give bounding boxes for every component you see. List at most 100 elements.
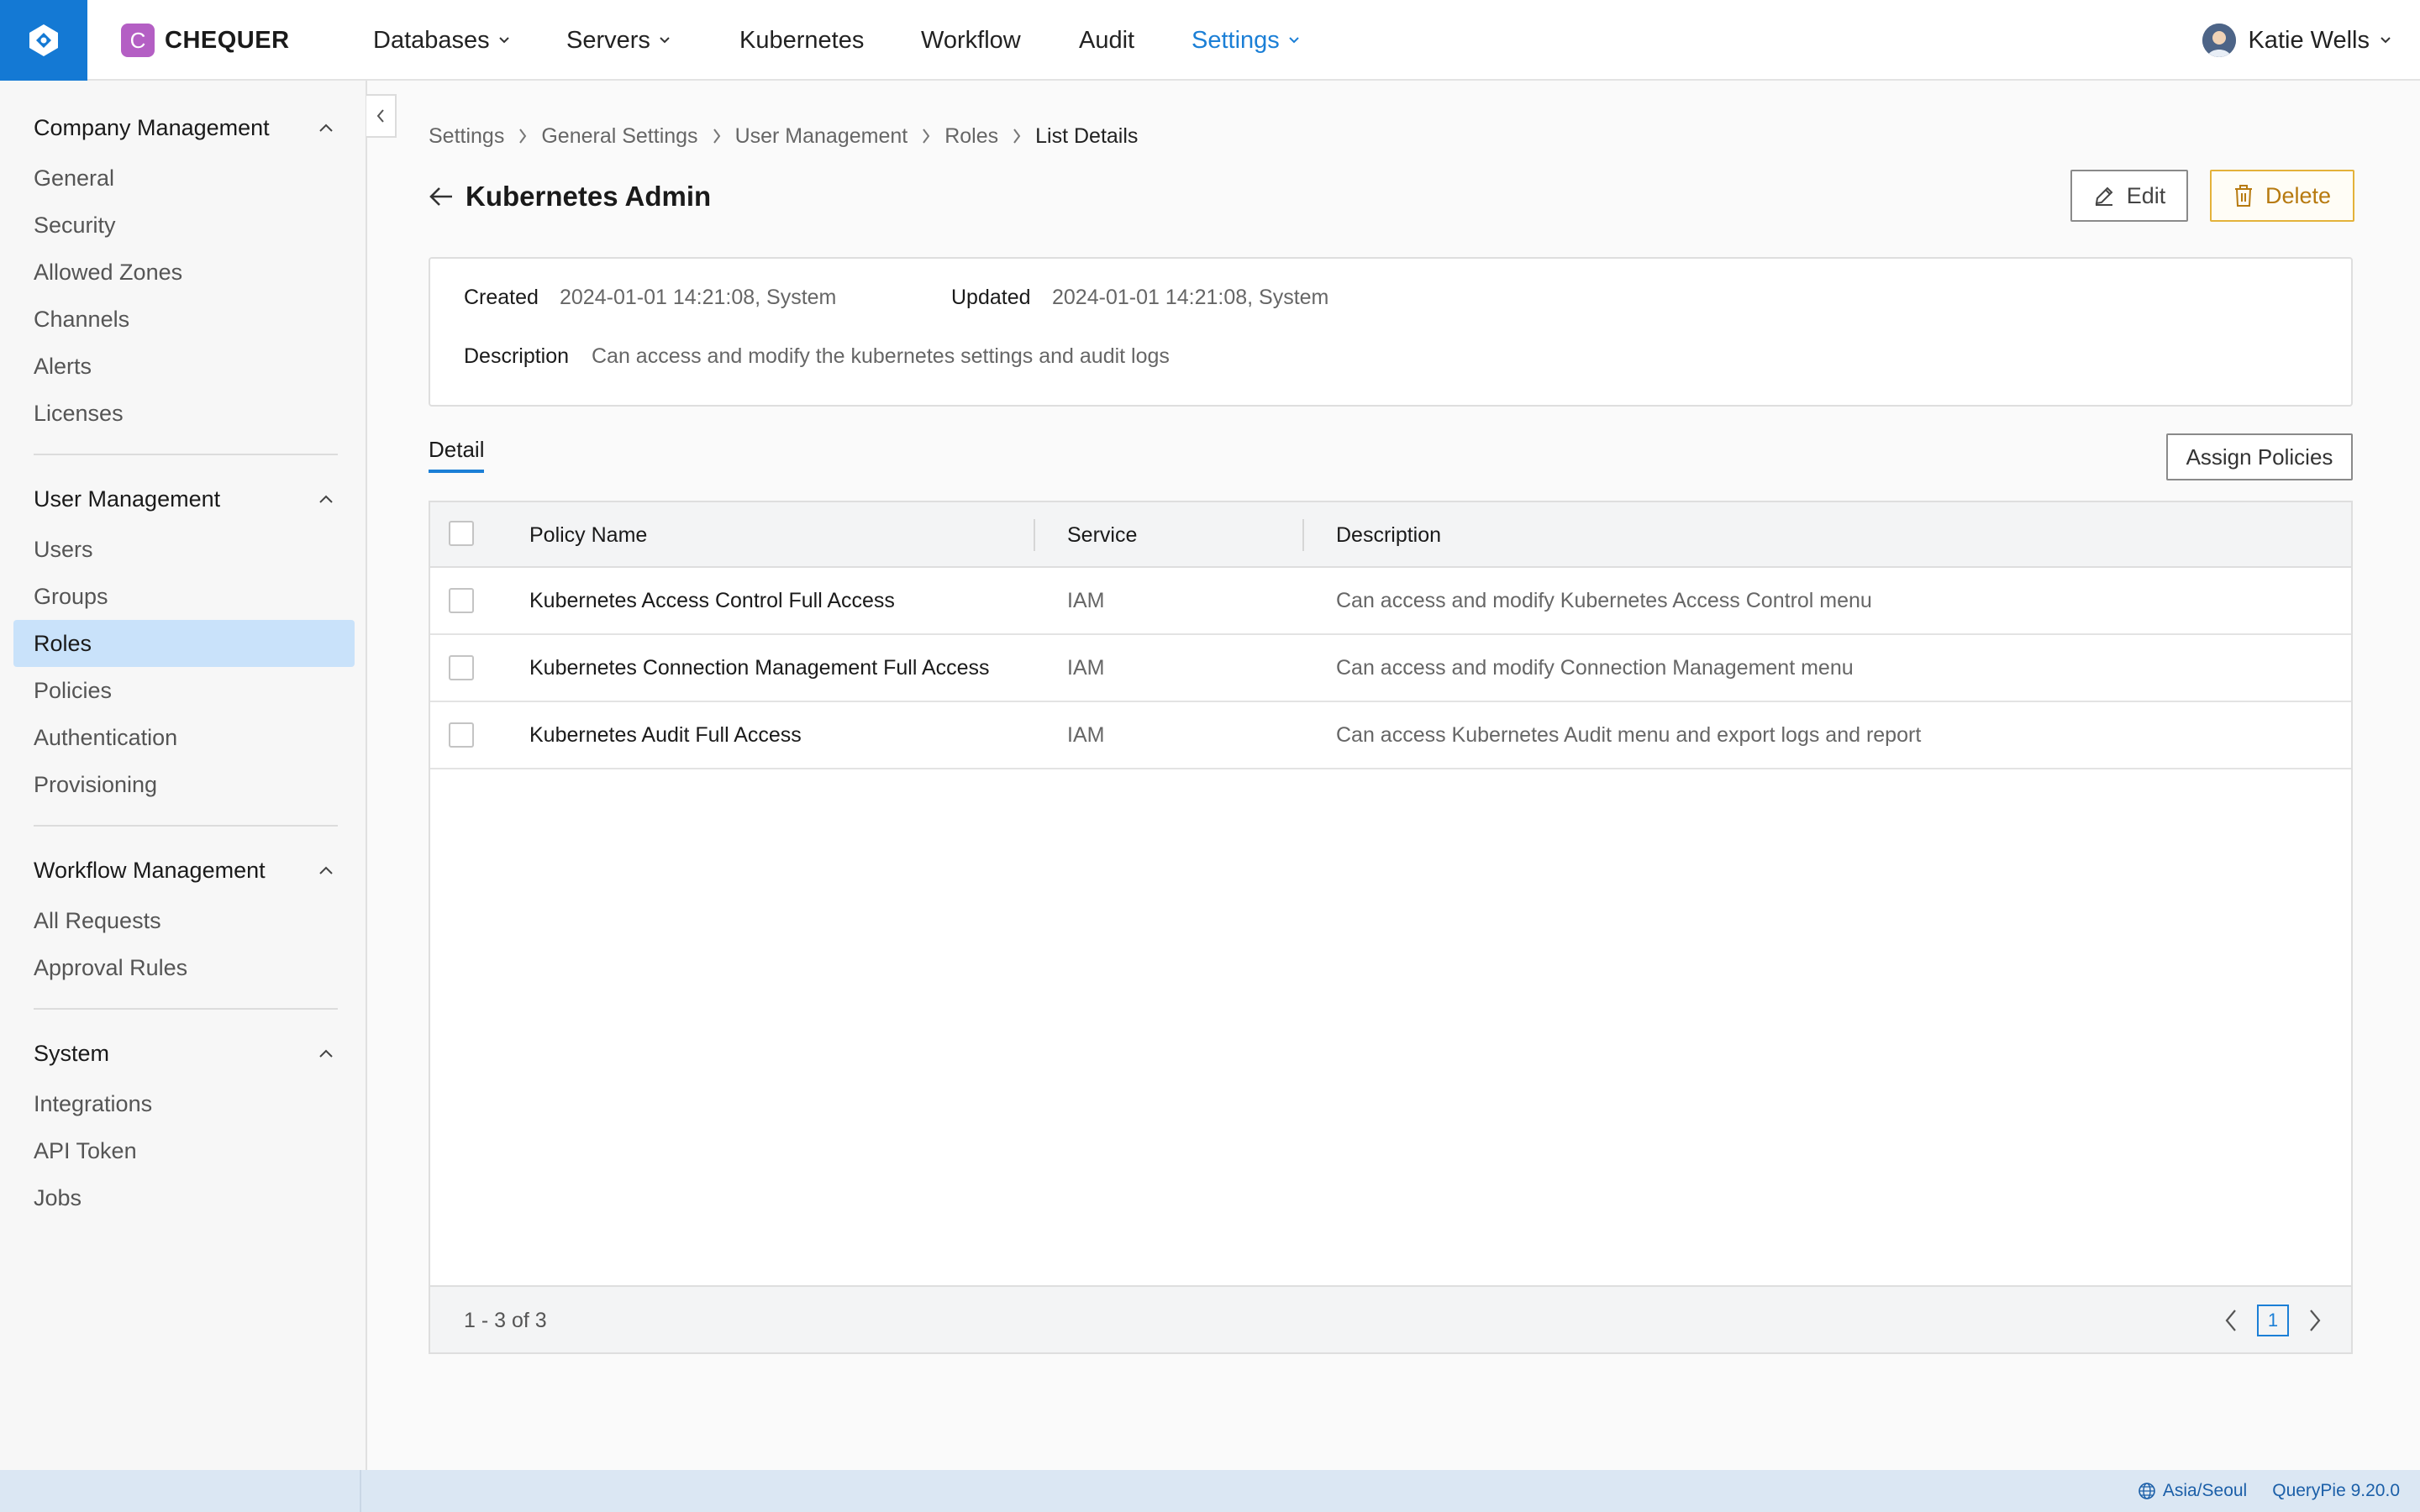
sidebar-collapse-button[interactable] xyxy=(366,94,397,138)
sidebar-item-approval-rules[interactable]: Approval Rules xyxy=(13,944,355,991)
sidebar-item-label: Authentication xyxy=(34,724,178,750)
sidebar-item-groups[interactable]: Groups xyxy=(13,573,355,620)
service-cell: IAM xyxy=(1067,655,1105,680)
user-name: Katie Wells xyxy=(2248,26,2370,54)
chevron-down-icon xyxy=(660,37,670,44)
sidebar-item-all-requests[interactable]: All Requests xyxy=(13,897,355,944)
breadcrumb-item[interactable]: General Settings xyxy=(541,124,697,149)
sidebar-item-label: API Token xyxy=(34,1137,137,1163)
breadcrumb-item[interactable]: User Management xyxy=(735,124,908,149)
sidebar-group-title: System xyxy=(34,1040,110,1066)
role-info-card: Created 2024-01-01 14:21:08, System Upda… xyxy=(429,257,2353,407)
column-header-policy-name[interactable]: Policy Name xyxy=(529,502,647,568)
globe-icon xyxy=(2139,1483,2155,1499)
sidebar-group-system[interactable]: System xyxy=(34,1037,334,1070)
chevron-down-icon xyxy=(498,37,509,44)
sidebar-item-authentication[interactable]: Authentication xyxy=(13,714,355,761)
sidebar-item-allowed-zones[interactable]: Allowed Zones xyxy=(13,249,355,296)
row-checkbox[interactable] xyxy=(449,588,474,613)
sidebar-item-users[interactable]: Users xyxy=(13,526,355,573)
nav-kubernetes[interactable]: Kubernetes xyxy=(739,24,864,57)
sidebar-item-label: Provisioning xyxy=(34,771,158,797)
sidebar-group-workflow-management[interactable]: Workflow Management xyxy=(34,853,334,887)
edit-button[interactable]: Edit xyxy=(2070,170,2188,222)
description-value: Can access and modify the kubernetes set… xyxy=(592,344,1170,368)
column-header-description[interactable]: Description xyxy=(1336,502,1441,568)
page-header: Kubernetes Admin xyxy=(429,178,711,215)
sidebar-item-label: All Requests xyxy=(34,907,161,933)
sidebar-item-label: Users xyxy=(34,536,93,562)
description-cell: Can access Kubernetes Audit menu and exp… xyxy=(1336,722,1922,747)
sidebar-item-security[interactable]: Security xyxy=(13,202,355,249)
chevron-up-icon xyxy=(319,123,333,132)
select-all-checkbox[interactable] xyxy=(449,521,474,546)
sidebar-group-company-management[interactable]: Company Management xyxy=(34,111,334,144)
sidebar-item-jobs[interactable]: Jobs xyxy=(13,1174,355,1221)
page-number-button[interactable]: 1 xyxy=(2257,1305,2289,1336)
sidebar-item-integrations[interactable]: Integrations xyxy=(13,1080,355,1127)
nav-workflow[interactable]: Workflow xyxy=(921,24,1021,57)
breadcrumb-item[interactable]: Settings xyxy=(429,124,504,149)
querypie-logo-icon xyxy=(29,24,58,56)
chevron-right-icon xyxy=(1013,129,1021,144)
sidebar-item-provisioning[interactable]: Provisioning xyxy=(13,761,355,808)
row-checkbox[interactable] xyxy=(449,655,474,680)
sidebar-item-label: Allowed Zones xyxy=(34,259,183,285)
chevron-right-icon xyxy=(923,129,930,144)
updated-label: Updated xyxy=(951,286,1031,309)
sidebar: Company Management General Security Allo… xyxy=(0,81,367,1470)
column-separator[interactable] xyxy=(1302,519,1304,551)
delete-button[interactable]: Delete xyxy=(2210,170,2354,222)
breadcrumb-item[interactable]: Roles xyxy=(944,124,998,149)
sidebar-item-alerts[interactable]: Alerts xyxy=(13,343,355,390)
sidebar-item-label: Integrations xyxy=(34,1090,153,1116)
sidebar-group-title: Company Management xyxy=(34,114,270,140)
sidebar-item-label: Channels xyxy=(34,306,130,332)
assign-policies-button[interactable]: Assign Policies xyxy=(2166,433,2353,480)
column-separator[interactable] xyxy=(1034,519,1035,551)
sidebar-item-roles[interactable]: Roles xyxy=(13,620,355,667)
chevron-left-icon xyxy=(376,109,384,123)
policy-name-cell: Kubernetes Audit Full Access xyxy=(529,722,802,747)
pencil-icon xyxy=(2095,186,2113,206)
delete-label: Delete xyxy=(2265,182,2332,208)
trash-icon xyxy=(2234,185,2252,207)
table-row[interactable]: Kubernetes Audit Full Access IAM Can acc… xyxy=(430,702,2351,769)
table-row[interactable]: Kubernetes Connection Management Full Ac… xyxy=(430,635,2351,702)
sidebar-item-label: Approval Rules xyxy=(34,954,188,980)
tab-detail[interactable]: Detail xyxy=(429,437,485,473)
nav-label: Settings xyxy=(1192,26,1280,54)
app-logo[interactable] xyxy=(0,0,87,81)
sidebar-item-label: Groups xyxy=(34,583,108,609)
timezone[interactable]: Asia/Seoul xyxy=(2138,1481,2247,1501)
row-checkbox[interactable] xyxy=(449,722,474,748)
sidebar-item-label: Alerts xyxy=(34,353,92,379)
created-value: 2024-01-01 14:21:08, System xyxy=(560,286,837,309)
policies-table: Policy Name Service Description Kubernet… xyxy=(429,501,2353,1354)
page-title: Kubernetes Admin xyxy=(466,181,712,212)
sidebar-item-policies[interactable]: Policies xyxy=(13,667,355,714)
nav-audit[interactable]: Audit xyxy=(1079,24,1134,57)
back-arrow-icon[interactable] xyxy=(429,186,454,207)
nav-label: Kubernetes xyxy=(739,26,865,54)
table-row[interactable]: Kubernetes Access Control Full Access IA… xyxy=(430,568,2351,635)
sidebar-group-user-management[interactable]: User Management xyxy=(34,482,334,516)
brand[interactable]: C CHEQUER xyxy=(121,24,290,57)
chevron-down-icon xyxy=(2381,37,2391,44)
version-label: QueryPie 9.20.0 xyxy=(2272,1481,2400,1500)
chevron-up-icon xyxy=(319,1049,333,1058)
chevron-down-icon xyxy=(1289,37,1299,44)
nav-databases[interactable]: Databases xyxy=(373,24,510,57)
previous-page-icon[interactable] xyxy=(2223,1308,2238,1333)
sidebar-item-api-token[interactable]: API Token xyxy=(13,1127,355,1174)
nav-settings[interactable]: Settings xyxy=(1192,24,1300,57)
nav-servers[interactable]: Servers xyxy=(566,24,671,57)
sidebar-item-licenses[interactable]: Licenses xyxy=(13,390,355,437)
policy-name-cell: Kubernetes Connection Management Full Ac… xyxy=(529,655,990,680)
sidebar-item-channels[interactable]: Channels xyxy=(13,296,355,343)
nav-label: Workflow xyxy=(921,26,1021,54)
next-page-icon[interactable] xyxy=(2307,1308,2323,1333)
column-header-service[interactable]: Service xyxy=(1067,502,1137,568)
sidebar-item-general[interactable]: General xyxy=(13,155,355,202)
user-menu[interactable]: Katie Wells xyxy=(2202,20,2391,60)
